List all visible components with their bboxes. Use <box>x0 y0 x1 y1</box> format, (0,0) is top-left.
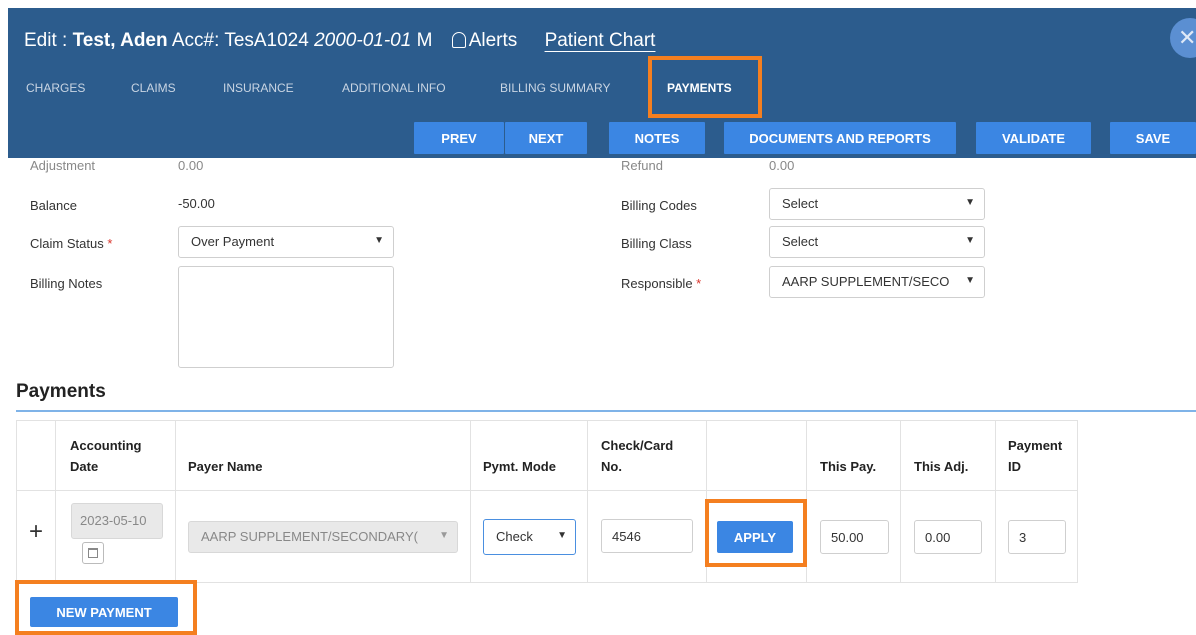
check-card-no-input[interactable]: 4546 <box>601 519 693 553</box>
col-payment-id: Payment ID <box>1008 435 1062 477</box>
chevron-down-icon: ▼ <box>557 530 567 541</box>
documents-and-reports-button[interactable]: DOCUMENTS AND REPORTS <box>724 122 956 154</box>
this-adj-input[interactable]: 0.00 <box>914 520 982 554</box>
accounting-date-input: 2023-05-10 <box>71 503 163 539</box>
payer-name-select: AARP SUPPLEMENT/SECONDARY( ▼ <box>188 521 458 553</box>
col-this-pay: This Pay. <box>820 459 877 474</box>
col-label: Accounting <box>70 438 142 453</box>
section-divider <box>16 410 1196 412</box>
col-payer-name: Payer Name <box>188 459 263 474</box>
claim-status-value: Over Payment <box>191 234 275 249</box>
column-divider <box>55 421 56 582</box>
patient-chart-link[interactable]: Patient Chart <box>545 30 656 51</box>
balance-label: Balance <box>30 198 77 213</box>
responsible-value: AARP SUPPLEMENT/SECO <box>782 274 950 289</box>
payments-table: Accounting Date Payer Name Pymt. Mode Che… <box>16 420 1078 583</box>
refund-value: 0.00 <box>769 158 795 173</box>
required-mark: * <box>107 236 113 251</box>
col-label: Check/Card <box>601 438 674 453</box>
adjustment-label: Adjustment <box>30 158 96 173</box>
chevron-down-icon: ▼ <box>439 530 449 541</box>
column-divider <box>175 421 176 582</box>
responsible-text: Responsible <box>621 276 693 291</box>
payments-section-title: Payments <box>16 381 106 402</box>
tab-claims[interactable]: CLAIMS <box>131 81 176 95</box>
column-divider <box>587 421 588 582</box>
col-label: Date <box>70 459 99 474</box>
billing-notes-textarea[interactable] <box>178 266 394 368</box>
chevron-down-icon: ▼ <box>374 235 384 246</box>
claim-status-select[interactable]: Over Payment ▼ <box>178 226 394 258</box>
prev-button[interactable]: PREV <box>414 122 504 154</box>
billing-class-label: Billing Class <box>621 236 692 251</box>
validate-button[interactable]: VALIDATE <box>976 122 1091 154</box>
pymt-mode-select[interactable]: Check ▼ <box>483 519 576 555</box>
header-divider <box>17 490 1077 491</box>
payments-tab-highlight <box>648 56 762 118</box>
patient-sex: M <box>416 30 433 51</box>
patient-dob: 2000-01-01 <box>314 30 412 51</box>
tab-charges[interactable]: CHARGES <box>26 81 85 95</box>
col-label: ID <box>1008 459 1021 474</box>
expand-row-icon[interactable]: + <box>29 520 43 544</box>
billing-class-value: Select <box>782 234 819 249</box>
account-number: TesA1024 <box>224 30 309 51</box>
account-label: Acc#: <box>171 30 220 51</box>
billing-codes-select[interactable]: Select ▼ <box>769 188 985 220</box>
adjustment-value: 0.00 <box>178 158 204 173</box>
billing-codes-label: Billing Codes <box>621 198 697 213</box>
title-prefix: Edit : <box>24 30 68 51</box>
billing-codes-value: Select <box>782 196 819 211</box>
column-divider <box>995 421 996 582</box>
pymt-mode-value: Check <box>496 529 533 544</box>
bell-icon <box>451 32 466 48</box>
col-accounting-date: Accounting Date <box>70 435 142 477</box>
alerts-link[interactable]: Alerts <box>451 30 518 51</box>
column-divider <box>900 421 901 582</box>
claim-status-text: Claim Status <box>30 236 104 251</box>
chevron-down-icon: ▼ <box>965 275 975 286</box>
next-button[interactable]: NEXT <box>505 122 587 154</box>
patient-name: Test, Aden <box>72 30 168 51</box>
calendar-icon[interactable] <box>82 542 104 564</box>
alerts-label: Alerts <box>468 30 518 51</box>
save-button[interactable]: SAVE <box>1110 122 1196 154</box>
col-label: Payment <box>1008 438 1063 453</box>
page-title: Edit : Test, Aden Acc#: TesA1024 2000-01… <box>24 30 655 52</box>
payment-id-input[interactable]: 3 <box>1008 520 1066 554</box>
column-divider <box>470 421 471 582</box>
close-icon[interactable]: ✕ <box>1170 18 1196 58</box>
tab-billing-summary[interactable]: BILLING SUMMARY <box>500 81 610 95</box>
tab-insurance[interactable]: INSURANCE <box>223 81 294 95</box>
required-mark: * <box>696 276 702 291</box>
claim-status-label: Claim Status * <box>30 236 112 251</box>
new-payment-highlight <box>15 580 197 635</box>
tab-additional-info[interactable]: ADDITIONAL INFO <box>342 81 446 95</box>
responsible-select[interactable]: AARP SUPPLEMENT/SECO ▼ <box>769 266 985 298</box>
billing-class-select[interactable]: Select ▼ <box>769 226 985 258</box>
balance-value: -50.00 <box>178 196 215 211</box>
col-label: No. <box>601 459 622 474</box>
col-pymt-mode: Pymt. Mode <box>483 459 556 474</box>
chevron-down-icon: ▼ <box>965 197 975 208</box>
billing-notes-label: Billing Notes <box>30 276 103 291</box>
responsible-label: Responsible * <box>621 276 701 291</box>
payer-name-value: AARP SUPPLEMENT/SECONDARY( <box>201 529 418 544</box>
apply-highlight <box>705 499 807 567</box>
col-check-card-no: Check/Card No. <box>601 435 673 477</box>
this-pay-input[interactable]: 50.00 <box>820 520 889 554</box>
refund-label: Refund <box>621 158 663 173</box>
edit-header: Edit : Test, Aden Acc#: TesA1024 2000-01… <box>8 8 1196 158</box>
chevron-down-icon: ▼ <box>965 235 975 246</box>
col-this-adj: This Adj. <box>914 459 969 474</box>
notes-button[interactable]: NOTES <box>609 122 705 154</box>
